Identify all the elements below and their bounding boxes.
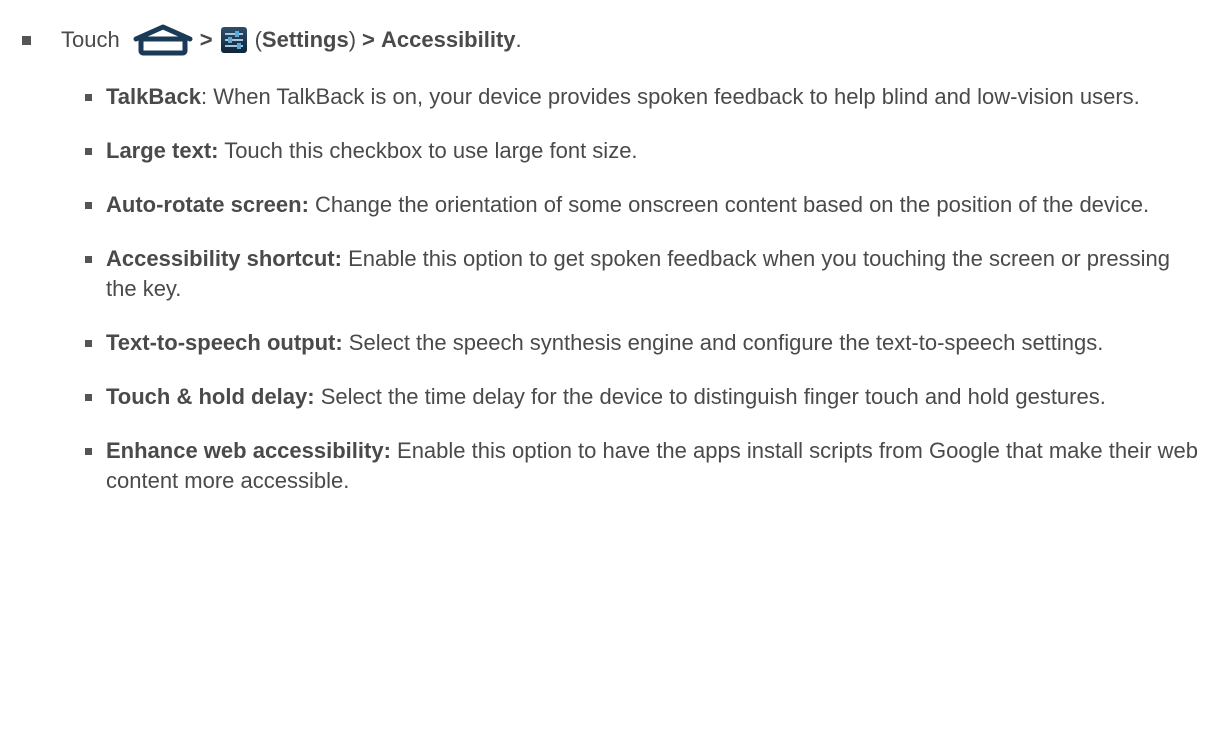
instruction-step: Touch > (Settings) > Accessibility . xyxy=(20,20,522,60)
settings-icon xyxy=(220,27,247,53)
option-accessibility-shortcut: Accessibility shortcut: Enable this opti… xyxy=(85,244,1206,304)
option-term: TalkBack xyxy=(106,84,201,109)
document-page: Touch > (Settings) > Accessibility . T… xyxy=(0,0,1219,739)
option-touch-hold-delay: Touch & hold delay: Select the time dela… xyxy=(85,382,1206,412)
option-term: Accessibility shortcut: xyxy=(106,246,342,271)
list-bullet xyxy=(85,202,92,209)
list-bullet xyxy=(85,340,92,347)
option-description: Change the orientation of some onscreen … xyxy=(308,192,1150,217)
home-icon xyxy=(132,24,194,56)
option-term: Enhance web accessibility: xyxy=(106,438,391,463)
option-term: Auto-rotate screen: xyxy=(106,192,309,217)
accessibility-options-list: TalkBack: When TalkBack is on, your devi… xyxy=(85,82,1206,520)
option-enhance-web-accessibility: Enhance web accessibility: Enable this o… xyxy=(85,436,1206,496)
list-bullet xyxy=(85,148,92,155)
option-term: Touch & hold delay: xyxy=(106,384,315,409)
paren-open: ( xyxy=(254,27,262,52)
option-description: Select the time delay for the device to … xyxy=(314,384,1106,409)
list-bullet xyxy=(85,94,92,101)
option-description: : When TalkBack is on, your device provi… xyxy=(200,84,1140,109)
option-term: Text-to-speech output: xyxy=(106,330,343,355)
list-bullet xyxy=(85,256,92,263)
option-description: Select the speech synthesis engine and c… xyxy=(342,330,1104,355)
settings-label: Settings xyxy=(261,27,349,52)
step-bullet xyxy=(22,35,31,45)
separator-2: > xyxy=(362,27,381,52)
touch-text: Touch xyxy=(61,27,120,52)
accessibility-label: Accessibility xyxy=(381,27,516,52)
option-description: Touch this checkbox to use large font si… xyxy=(218,138,638,163)
option-large-text: Large text: Touch this checkbox to use l… xyxy=(85,136,1206,166)
paren-close: ) xyxy=(348,27,357,52)
option-auto-rotate: Auto-rotate screen: Change the orientati… xyxy=(85,190,1206,220)
separator-1: > xyxy=(199,27,213,52)
list-bullet xyxy=(85,394,92,401)
list-bullet xyxy=(85,448,92,455)
option-term: Large text: xyxy=(106,138,219,163)
option-text-to-speech: Text-to-speech output: Select the speech… xyxy=(85,328,1206,358)
option-talkback: TalkBack: When TalkBack is on, your devi… xyxy=(85,82,1206,112)
period: . xyxy=(515,27,522,52)
